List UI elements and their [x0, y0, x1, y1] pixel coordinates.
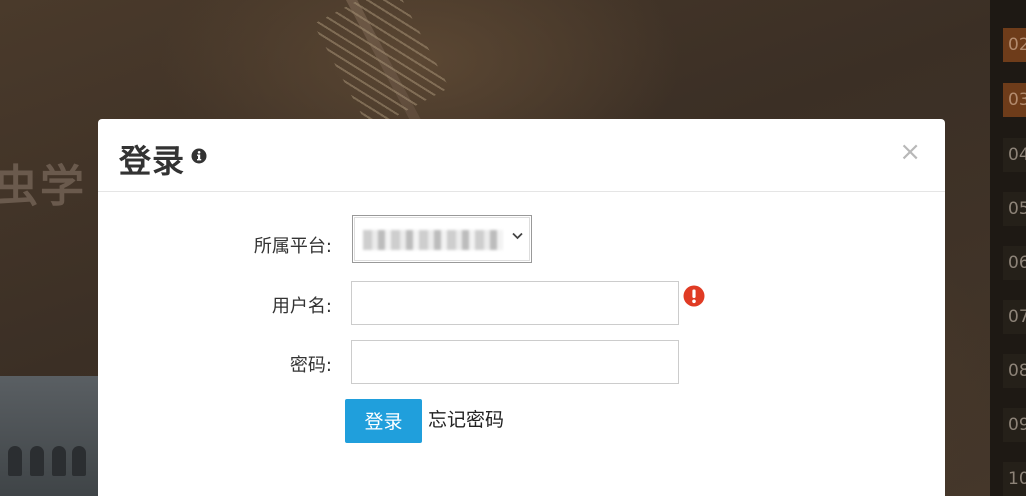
chevron-down-icon	[512, 232, 523, 240]
login-button[interactable]: 登录	[345, 399, 422, 443]
date-item: 10	[1003, 462, 1026, 496]
date-item: 05	[1003, 192, 1026, 226]
date-item: 06	[1003, 246, 1026, 280]
username-label: 用户名:	[271, 296, 332, 317]
login-modal: 登录 × 所属平台: 用户名: 密码: 登录 忘记密码	[98, 119, 945, 496]
background-heading: 虫学	[0, 161, 86, 212]
modal-title: 登录	[119, 142, 186, 180]
date-item: 09	[1003, 408, 1026, 442]
exclamation-circle-icon	[683, 285, 705, 307]
date-item: 07	[1003, 300, 1026, 334]
platform-selected-value	[363, 230, 503, 250]
forgot-password-link[interactable]: 忘记密码	[428, 405, 504, 432]
password-label: 密码:	[289, 355, 332, 376]
background-thumbnail-photo	[0, 376, 98, 496]
date-item: 03	[1003, 83, 1026, 117]
date-item: 02	[1003, 28, 1026, 62]
password-input[interactable]	[351, 340, 679, 384]
date-item: 08	[1003, 354, 1026, 388]
modal-header: 登录 ×	[98, 119, 945, 192]
username-input[interactable]	[351, 281, 679, 325]
platform-select[interactable]	[352, 215, 532, 263]
date-item: 04	[1003, 138, 1026, 172]
info-circle-icon	[191, 148, 207, 164]
platform-label: 所属平台:	[253, 236, 332, 257]
close-button[interactable]: ×	[899, 137, 921, 167]
